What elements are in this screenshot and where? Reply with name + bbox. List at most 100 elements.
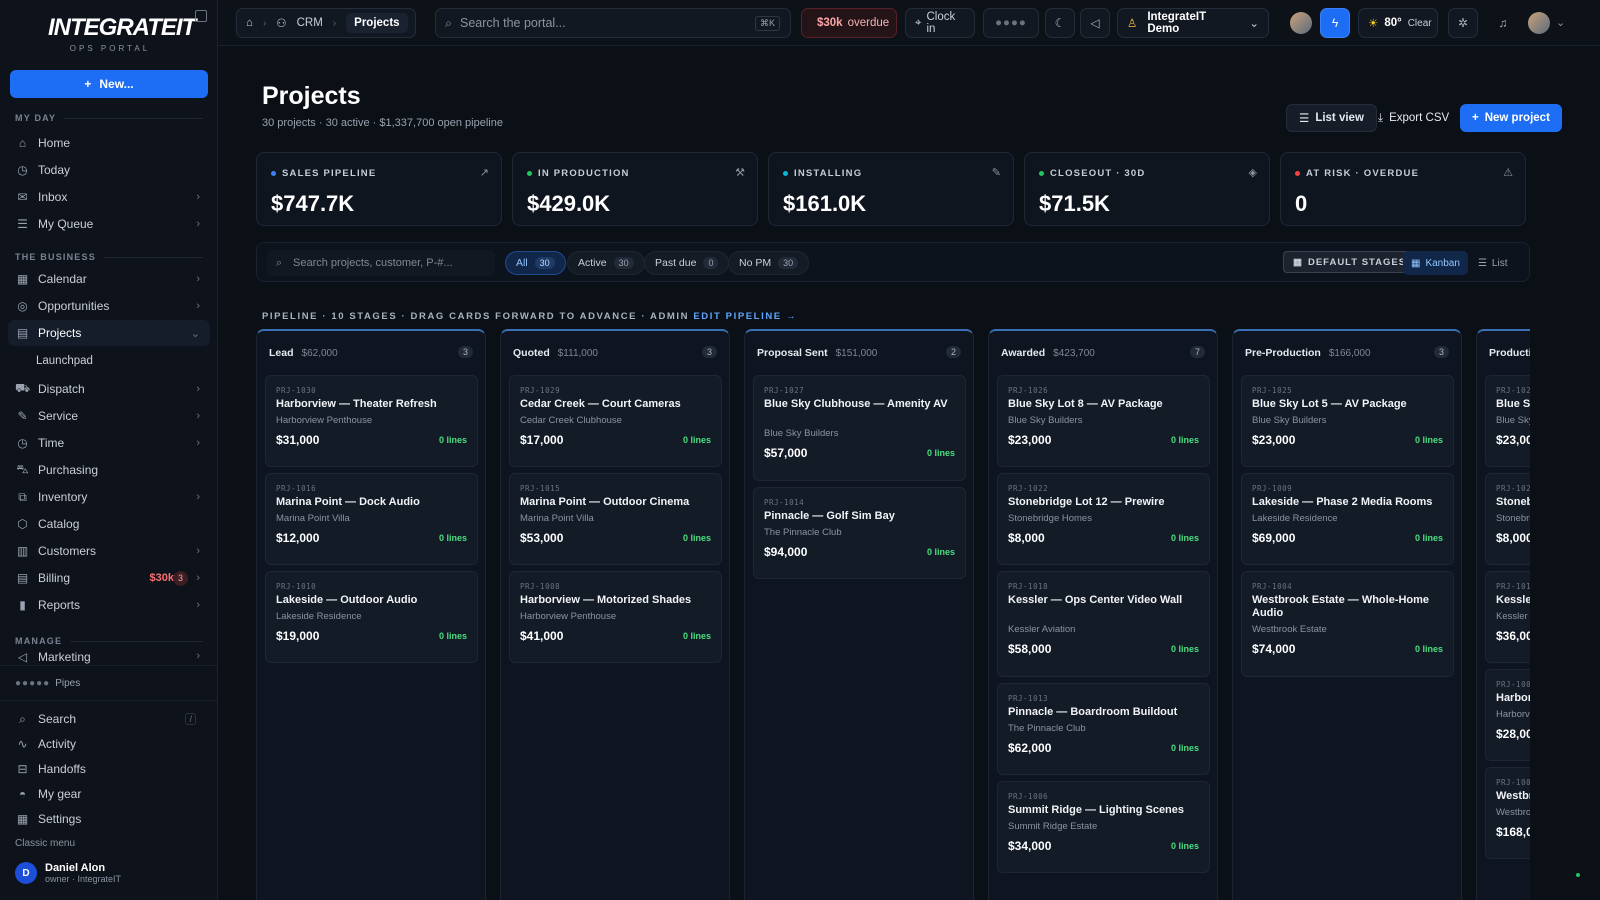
weather-widget[interactable]: ☀ 80° Clear: [1358, 8, 1438, 38]
sidebar-item-handoffs[interactable]: ⊟ Handoffs: [8, 756, 210, 782]
project-card[interactable]: PRJ-1010 Lakeside — Outdoor Audio Lakeside…: [265, 571, 478, 663]
bolt-icon[interactable]: ϟ: [1320, 8, 1350, 38]
project-card[interactable]: PRJ-1022 Stonebridge Lot 12 — Prewire Ston…: [997, 473, 1210, 565]
sidebar-item-settings[interactable]: ▦ Settings: [8, 806, 210, 832]
project-card[interactable]: PRJ-1008 Harborview — Motorized Shades Har…: [509, 571, 722, 663]
app: INTEGRATEIT OPS PORTAL + New... MY DAY ⌂…: [0, 0, 1600, 900]
sidebar-item-gear[interactable]: ◓ My gear: [8, 781, 210, 807]
megaphone-icon[interactable]: ◁: [1080, 8, 1110, 38]
project-card[interactable]: PRJ-1016 Marina Point — Dock Audio Marina …: [265, 473, 478, 565]
project-customer: Westbrook Es: [1496, 807, 1530, 818]
kanban-view-button[interactable]: ▦ Kanban: [1403, 251, 1468, 275]
project-card[interactable]: PRJ-1009 Lakeside — Phase 2 Media Rooms La…: [1241, 473, 1454, 565]
sidebar-subitem-launchpad[interactable]: Launchpad: [36, 355, 93, 367]
filter-chip-active[interactable]: Active 30: [567, 251, 645, 275]
list-view-toggle[interactable]: ☰ List: [1470, 251, 1516, 275]
project-id: PRJ-1004: [1252, 582, 1293, 591]
sidebar-item-activity[interactable]: ∿ Activity: [8, 731, 210, 757]
clock-in-button[interactable]: ⌖ Clock in: [905, 8, 975, 38]
sidebar-item-projects[interactable]: ▤ Projects ⌄: [8, 320, 210, 346]
project-card[interactable]: PRJ-1006 Summit Ridge — Lighting Scenes Su…: [997, 781, 1210, 873]
filter-chip-past-due[interactable]: Past due 0: [644, 251, 730, 275]
project-card[interactable]: PRJ-1026 Blue Sky Lot 8 — AV Package Blue …: [997, 375, 1210, 467]
portal-search-input[interactable]: Search the portal...: [460, 16, 566, 30]
logo[interactable]: INTEGRATEIT OPS PORTAL: [48, 14, 196, 53]
project-id: PRJ-1022: [1008, 484, 1049, 493]
project-card[interactable]: PRJ-1004 Westbrook Estate — Whole-Home Au…: [1241, 571, 1454, 677]
classic-menu-link[interactable]: Classic menu: [15, 838, 75, 849]
overdue-indicator[interactable]: $30k overdue: [801, 8, 897, 38]
project-card[interactable]: PRJ-1013 Pinnacle — Boardroom Buildout The…: [997, 683, 1210, 775]
sidebar-item-label: Search: [38, 712, 77, 726]
project-card[interactable]: PRJ-1018 Kessler — Ops Center Video Wall K…: [997, 571, 1210, 677]
sidebar-item-marketing[interactable]: ◁ Marketing ›: [8, 650, 210, 664]
sidebar-item-today[interactable]: ◷ Today: [8, 157, 210, 183]
project-amount: $41,000: [520, 629, 564, 643]
project-id: PRJ-1030: [276, 386, 317, 395]
project-card[interactable]: PRJ-1014 Pinnacle — Golf Sim Bay The Pinna…: [753, 487, 966, 579]
default-stages-button[interactable]: ▦ DEFAULT STAGES: [1283, 251, 1417, 273]
sidebar-item-inventory[interactable]: ⧉ Inventory ›: [8, 484, 210, 510]
collapse-sidebar-icon[interactable]: [195, 10, 207, 22]
column-total: $62,000: [301, 347, 338, 359]
moon-icon[interactable]: ☾: [1045, 8, 1075, 38]
sidebar-item-catalog[interactable]: ⬡ Catalog: [8, 511, 210, 537]
kpi-card[interactable]: INSTALLING $161.0K ✎: [768, 152, 1014, 226]
kpi-card[interactable]: CLOSEOUT · 30D $71.5K ◈: [1024, 152, 1270, 226]
column-name: Lead: [269, 347, 294, 359]
sidebar-item-home[interactable]: ⌂ Home: [8, 130, 210, 156]
avatar[interactable]: [1528, 12, 1550, 34]
project-card[interactable]: PRJ-1017 Kessler — H Kessler Aviati $36,000: [1485, 571, 1530, 663]
kpi-card[interactable]: AT RISK · OVERDUE 0 ⚠: [1280, 152, 1526, 226]
sidebar-item-customers[interactable]: ▥ Customers ›: [8, 538, 210, 564]
project-card[interactable]: PRJ-1027 Blue Sky Clubhouse — Amenity AV B…: [753, 375, 966, 481]
project-card[interactable]: PRJ-1007 Harborview Harborview P $28,000: [1485, 669, 1530, 761]
home-icon[interactable]: ⌂: [246, 17, 253, 29]
workspace-switcher[interactable]: ♙ IntegrateIT Demo ⌄: [1117, 8, 1269, 38]
target-icon: ◎: [17, 299, 28, 313]
user-profile[interactable]: D Daniel Alon owner · IntegrateIT: [15, 862, 121, 884]
pipeline-caption: PIPELINE · 10 STAGES · DRAG CARDS FORWAR…: [262, 311, 797, 322]
chevron-down-icon: ⌄: [190, 327, 200, 340]
sidebar-item-billing[interactable]: ▤ Billing $30k 3 ›: [8, 565, 210, 591]
portal-search[interactable]: ⌕ Search the portal... ⌘K: [435, 8, 791, 38]
export-csv-button[interactable]: ⤓ Export CSV: [1366, 104, 1461, 132]
project-card[interactable]: PRJ-1030 Harborview — Theater Refresh Harb…: [265, 375, 478, 467]
filter-chip-no-pm[interactable]: No PM 30: [728, 251, 810, 275]
sidebar-item-opportunities[interactable]: ◎ Opportunities ›: [8, 293, 210, 319]
dots-menu-icon[interactable]: ●●●●: [983, 8, 1039, 38]
sidebar-item-calendar[interactable]: ▦ Calendar ›: [8, 266, 210, 292]
kpi-card[interactable]: IN PRODUCTION $429.0K ⚒: [512, 152, 758, 226]
project-search-input[interactable]: ⌕ Search projects, customer, P-#...: [267, 250, 495, 276]
project-title: Lakeside — Phase 2 Media Rooms: [1252, 496, 1433, 508]
list-view-button[interactable]: ☰ List view: [1286, 104, 1377, 132]
sidebar-item-dispatch[interactable]: ⛟ Dispatch ›: [8, 376, 210, 402]
settings-icon[interactable]: ✲: [1448, 8, 1478, 38]
sidebar-item-search[interactable]: ⌕ Search /: [8, 706, 210, 732]
sidebar-item-service[interactable]: ✎ Service ›: [8, 403, 210, 429]
pipes-indicator[interactable]: ●●●●● Pipes: [15, 678, 80, 689]
new-button[interactable]: + New...: [10, 70, 208, 98]
project-card[interactable]: PRJ-1021 Stonebridge Stonebridge H $8,000: [1485, 473, 1530, 565]
project-card[interactable]: PRJ-1029 Cedar Creek — Court Cameras Cedar…: [509, 375, 722, 467]
new-project-button[interactable]: + New project: [1460, 104, 1562, 132]
bell-icon[interactable]: ♫: [1488, 8, 1518, 38]
project-card[interactable]: PRJ-1003 Westbrook I Westbrook Es $168,000: [1485, 767, 1530, 859]
sidebar-item-inbox[interactable]: ✉ Inbox ›: [8, 184, 210, 210]
project-lines: 0 lines: [1170, 644, 1199, 654]
project-card[interactable]: PRJ-1025 Blue Sky Lot 5 — AV Package Blue …: [1241, 375, 1454, 467]
sidebar-item-time[interactable]: ◷ Time ›: [8, 430, 210, 456]
sidebar-item-queue[interactable]: ☰ My Queue ›: [8, 211, 210, 237]
chevron-down-icon[interactable]: ⌄: [1556, 16, 1565, 29]
sidebar-item-purchasing[interactable]: ⛍ Purchasing: [8, 457, 210, 483]
filter-chip-all[interactable]: All 30: [505, 251, 566, 275]
avatar[interactable]: [1290, 12, 1312, 34]
project-card[interactable]: PRJ-1024 Blue Sky Lot Blue Sky Build $23,00…: [1485, 375, 1530, 467]
edit-pipeline-link[interactable]: EDIT PIPELINE →: [693, 311, 797, 322]
breadcrumb-crm[interactable]: CRM: [297, 17, 323, 29]
kpi-card[interactable]: SALES PIPELINE $747.7K ↗: [256, 152, 502, 226]
search-icon: ⌕: [445, 15, 453, 30]
project-card[interactable]: PRJ-1015 Marina Point — Outdoor Cinema Mar…: [509, 473, 722, 565]
sidebar-item-reports[interactable]: ▮ Reports ›: [8, 592, 210, 618]
sidebar-item-label: Today: [38, 163, 71, 177]
